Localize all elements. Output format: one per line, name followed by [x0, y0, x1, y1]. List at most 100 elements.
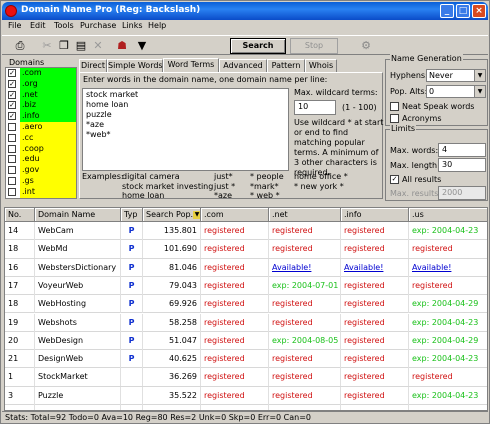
- domain-item[interactable]: ✓ .com: [6, 68, 76, 79]
- domain-item[interactable]: .mil: [6, 197, 76, 198]
- domain-checkbox[interactable]: [8, 144, 16, 153]
- col-net[interactable]: .net: [269, 208, 341, 222]
- terms-textarea[interactable]: stock market home loan puzzle *aze *web*: [82, 88, 289, 171]
- stop-button[interactable]: Stop: [290, 38, 338, 54]
- pop-alts-select[interactable]: 0 ▼: [426, 85, 486, 98]
- neat-speak-checkbox[interactable]: [390, 102, 399, 111]
- table-row[interactable]: 17 VoyeurWeb P 79.043 registered exp: 2004-07…: [5, 276, 487, 296]
- domain-checkbox[interactable]: [8, 155, 16, 164]
- table-row[interactable]: 19 Webshots P 58.258 registered registered reg…: [5, 313, 487, 332]
- cell-us[interactable]: Available!: [409, 259, 487, 277]
- tab-simple-words[interactable]: Simple Words: [107, 59, 163, 72]
- menu-edit[interactable]: Edit: [30, 21, 46, 30]
- domain-checkbox[interactable]: [8, 133, 16, 142]
- domain-checkbox[interactable]: [8, 176, 16, 185]
- acronyms-checkbox[interactable]: [390, 114, 399, 123]
- domain-checkbox[interactable]: ✓: [8, 69, 16, 77]
- hyphens-select[interactable]: Never ▼: [426, 69, 486, 82]
- cell-no: 1: [5, 368, 35, 387]
- domain-item[interactable]: .gs: [6, 175, 76, 187]
- tab-word-terms[interactable]: Word Terms: [163, 58, 219, 72]
- settings-icon[interactable]: ⚙: [359, 39, 373, 53]
- domain-checkbox[interactable]: [8, 122, 16, 131]
- cell-info[interactable]: Available!: [341, 258, 409, 277]
- print-icon[interactable]: ⎙: [13, 39, 27, 53]
- copy-icon[interactable]: ❐: [57, 39, 71, 53]
- domain-checkbox[interactable]: ✓: [8, 101, 16, 110]
- col-no[interactable]: No.: [5, 208, 35, 222]
- search-button[interactable]: Search: [230, 38, 286, 54]
- all-results-checkbox[interactable]: ✓: [390, 175, 399, 184]
- table-row[interactable]: 1 StockMarket 36.269 registered registered re…: [5, 368, 487, 387]
- delete-icon[interactable]: ✕: [91, 39, 105, 53]
- tab-strip: Direct Simple Words Word Terms Advanced …: [79, 58, 381, 72]
- domain-item[interactable]: .aero: [6, 121, 76, 133]
- max-results-input[interactable]: 2000: [438, 186, 486, 200]
- tab-whois[interactable]: Whois: [305, 59, 337, 72]
- title-bar[interactable]: Domain Name Pro (Reg: Backslash) _ □ ×: [2, 2, 488, 20]
- col-com[interactable]: .com: [201, 208, 269, 222]
- col-us[interactable]: .us: [409, 208, 487, 222]
- domain-checkbox[interactable]: [8, 166, 16, 175]
- chevron-down-icon[interactable]: ▼: [474, 86, 485, 97]
- col-typ[interactable]: Typ: [121, 208, 143, 222]
- max-length-input[interactable]: 30: [438, 158, 486, 172]
- col-domain-name[interactable]: Domain Name: [35, 208, 121, 222]
- paste-icon[interactable]: ▤: [74, 39, 88, 53]
- domain-item[interactable]: .edu: [6, 154, 76, 166]
- cell-search-pop: 135.801: [143, 222, 201, 240]
- max-wildcard-label: Max. wildcard terms:: [294, 88, 378, 97]
- menu-bar: File Edit Tools Purchase Links Help: [2, 20, 488, 34]
- filter-icon[interactable]: ▼: [135, 39, 149, 53]
- domain-item[interactable]: ✓ .biz: [6, 100, 76, 112]
- menu-links[interactable]: Links: [122, 21, 143, 30]
- close-button[interactable]: ×: [472, 4, 486, 18]
- col-info[interactable]: .info: [341, 208, 409, 222]
- menu-file[interactable]: File: [8, 21, 21, 30]
- users-icon[interactable]: ☗: [115, 39, 129, 53]
- domain-item[interactable]: ✓ .net: [6, 89, 76, 101]
- table-row[interactable]: 21 DesignWeb P 40.625 registered registered re…: [5, 350, 487, 369]
- cell-no: 18: [5, 295, 35, 314]
- domain-item[interactable]: .cc: [6, 132, 76, 144]
- example-text: stock market investing: [122, 181, 214, 191]
- domain-item[interactable]: .coop: [6, 143, 76, 155]
- domain-item[interactable]: ✓ .org: [6, 78, 76, 90]
- domain-item[interactable]: ✓ .info: [6, 111, 76, 122]
- col-search-pop[interactable]: Search Pop. ▼: [143, 208, 201, 222]
- max-wildcard-input[interactable]: 10: [294, 100, 336, 115]
- domain-checkbox[interactable]: ✓: [8, 79, 16, 88]
- table-row[interactable]: 18 WebHosting P 69.926 registered registered r…: [5, 295, 487, 314]
- table-row[interactable]: 20 WebDesign P 51.047 registered exp: 2004-08…: [5, 331, 487, 351]
- examples-label: Examples:: [82, 172, 124, 181]
- limits-group: Limits Max. words: 4 Max. length: 30 ✓ A…: [385, 124, 488, 201]
- wildcard-help-text: Use wildcard * at start or end to find m…: [294, 118, 384, 177]
- maximize-button[interactable]: □: [456, 4, 470, 18]
- domain-checkbox[interactable]: ✓: [8, 90, 16, 99]
- minimize-button[interactable]: _: [440, 4, 454, 18]
- table-row[interactable]: 18 WebMd P 101.690 registered registered regis…: [5, 240, 487, 259]
- cell-net: registered: [269, 386, 341, 405]
- pop-alts-label: Pop. Alts:: [390, 87, 428, 96]
- max-words-input[interactable]: 4: [438, 143, 486, 157]
- table-row[interactable]: 14 WebCam P 135.801 registered registered regi…: [5, 222, 487, 241]
- tab-pattern[interactable]: Pattern: [267, 59, 305, 72]
- menu-help[interactable]: Help: [148, 21, 166, 30]
- menu-tools[interactable]: Tools: [54, 21, 74, 30]
- tab-advanced[interactable]: Advanced: [219, 59, 267, 72]
- domain-item[interactable]: .int: [6, 186, 76, 198]
- cut-icon[interactable]: ✂: [40, 39, 54, 53]
- table-row[interactable]: 16 WebstersDictionary P 81.046 registered Ava…: [5, 258, 487, 277]
- domains-list[interactable]: ✓ .com ✓ .org ✓ .net ✓ .biz ✓ .info .aero .cc .coop.…: [5, 67, 77, 199]
- wildcard-range-hint: (1 - 100): [342, 103, 377, 112]
- cell-net[interactable]: Available!: [269, 258, 341, 277]
- menu-purchase[interactable]: Purchase: [80, 21, 116, 30]
- term-line: home loan: [86, 100, 129, 109]
- chevron-down-icon[interactable]: ▼: [474, 70, 485, 81]
- table-row[interactable]: 3 Puzzle 35.522 registered registered registe…: [5, 386, 487, 405]
- tab-direct[interactable]: Direct: [79, 59, 107, 72]
- domain-checkbox[interactable]: ✓: [8, 112, 16, 121]
- domain-item[interactable]: .gov: [6, 165, 76, 176]
- domain-checkbox[interactable]: [8, 187, 16, 196]
- cell-no: 3: [5, 386, 35, 405]
